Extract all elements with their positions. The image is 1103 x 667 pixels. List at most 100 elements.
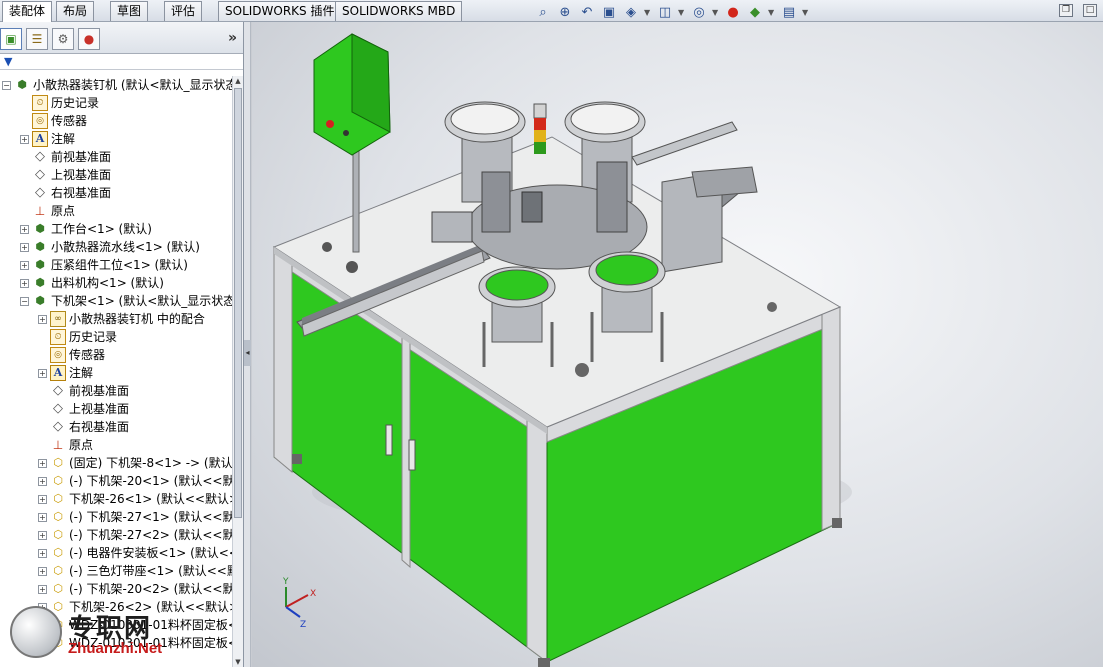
scroll-thumb[interactable] — [234, 88, 242, 518]
panel-splitter[interactable]: ◂ — [244, 22, 251, 667]
chevron-down-icon[interactable]: ▼ — [768, 8, 776, 17]
tab-assembly[interactable]: 装配体 — [2, 1, 53, 22]
tree-item[interactable]: ⏲ 历史记录 — [38, 328, 117, 346]
property-manager-icon[interactable]: ☰ — [26, 28, 48, 50]
expand-icon[interactable]: + — [20, 134, 29, 144]
appearance-icon[interactable]: ● — [724, 4, 742, 20]
chevron-down-icon[interactable]: ▼ — [802, 8, 810, 17]
tree-item[interactable]: + A 注解 — [20, 130, 75, 148]
tab-evaluate[interactable]: 评估 — [164, 1, 203, 21]
expand-icon[interactable]: + — [20, 224, 29, 234]
expand-icon[interactable]: + — [38, 458, 47, 468]
tree-item[interactable]: ◇ 前视基准面 — [20, 148, 111, 166]
assembly-model[interactable]: Y X Z — [252, 22, 1103, 667]
tree-item[interactable]: ◇ 右视基准面 — [20, 184, 111, 202]
chevron-down-icon[interactable]: ▼ — [678, 8, 686, 17]
collapse-icon[interactable]: − — [2, 80, 11, 90]
zoom-to-fit-icon[interactable]: ⌕ — [534, 4, 552, 20]
part-icon: ⬡ — [53, 492, 63, 505]
maximize-icon[interactable]: □ — [1083, 4, 1097, 17]
graphics-area[interactable]: Y X Z — [252, 22, 1103, 667]
tree-item[interactable]: + ⬡ (固定) 下机架-8<1> -> (默认<<默认 — [38, 454, 232, 472]
asm-icon: ⬢ — [35, 240, 45, 253]
display-style-icon[interactable]: ◫ — [656, 4, 674, 20]
display-manager-icon[interactable]: ● — [78, 28, 100, 50]
tab-solidworks-addins[interactable]: SOLIDWORKS 插件 — [218, 1, 342, 21]
view-orientation-icon[interactable]: ◈ — [622, 4, 640, 20]
tree-item[interactable]: ◎ 传感器 — [38, 346, 105, 364]
expand-icon[interactable]: + — [38, 512, 47, 522]
plane-icon: ◇ — [35, 167, 45, 182]
tree-item-label: (-) 下机架-20<1> (默认<<默认 — [69, 474, 232, 488]
chevron-down-icon[interactable]: ▼ — [712, 8, 720, 17]
expand-icon[interactable]: + — [38, 476, 47, 486]
asm-icon: ⬢ — [35, 276, 45, 289]
tree-item[interactable]: + ⬢ 小散热器流水线<1> (默认) — [20, 238, 200, 256]
tab-sketch[interactable]: 草图 — [110, 1, 149, 21]
watermark-logo: 专职网 Zhuanzhi.Net — [6, 600, 186, 662]
expand-icon[interactable]: + — [20, 242, 29, 252]
tree-item-label: 传感器 — [51, 114, 88, 128]
annot-icon: A — [50, 365, 66, 381]
filter-icon[interactable]: ▼ — [0, 54, 243, 70]
previous-view-icon[interactable]: ↶ — [578, 4, 596, 20]
tree-item[interactable]: − ⬢ 下机架<1> (默认<默认_显示状态-1 — [20, 292, 232, 310]
view-settings-icon[interactable]: ▤ — [780, 4, 798, 20]
chevron-down-icon[interactable]: ▼ — [644, 8, 652, 17]
tree-item[interactable]: ⊥ 原点 — [20, 202, 75, 220]
part-icon: ⬡ — [53, 474, 63, 487]
mate-icon: ∞ — [50, 311, 66, 327]
tab-layout[interactable]: 布局 — [56, 1, 95, 21]
tree-item[interactable]: + ⬢ 出料机构<1> (默认) — [20, 274, 164, 292]
tree-item[interactable]: + ⬡ 下机架-26<1> (默认<<默认>_显 — [38, 490, 232, 508]
configuration-manager-icon[interactable]: ⚙ — [52, 28, 74, 50]
tree-item-label: 注解 — [69, 366, 94, 380]
tree-item[interactable]: ⏲ 历史记录 — [20, 94, 99, 112]
tree-item[interactable]: ◇ 上视基准面 — [38, 400, 129, 418]
scroll-up-icon[interactable]: ▲ — [233, 76, 243, 86]
collapse-panel-icon[interactable]: » — [228, 30, 237, 46]
expand-icon[interactable]: + — [38, 584, 47, 594]
section-view-icon[interactable]: ▣ — [600, 4, 618, 20]
tree-item[interactable]: − ⬢ 小散热器装钉机 (默认<默认_显示状态- — [2, 76, 232, 94]
tree-item[interactable]: ◇ 右视基准面 — [38, 418, 129, 436]
tree-item[interactable]: + ⬡ (-) 下机架-20<2> (默认<<默认 — [38, 580, 232, 598]
tree-item-label: 历史记录 — [69, 330, 118, 344]
restore-icon[interactable]: ❐ — [1059, 4, 1073, 17]
tree-item[interactable]: + ⬡ (-) 下机架-20<1> (默认<<默认 — [38, 472, 232, 490]
tree-item[interactable]: + ⬡ (-) 电器件安装板<1> (默认<<默 — [38, 544, 232, 562]
expand-icon[interactable]: + — [38, 368, 47, 378]
plane-icon: ◇ — [53, 383, 63, 398]
triad-y-label: Y — [282, 577, 289, 587]
expand-icon[interactable]: + — [38, 314, 47, 324]
collapse-icon[interactable]: − — [20, 296, 29, 306]
tree-item[interactable]: + ⬡ (-) 下机架-27<2> (默认<<默认 — [38, 526, 232, 544]
hide-show-items-icon[interactable]: ◎ — [690, 4, 708, 20]
tree-item[interactable]: + A 注解 — [38, 364, 93, 382]
expand-icon[interactable]: + — [20, 260, 29, 270]
splitter-grip-icon[interactable]: ◂ — [244, 340, 251, 366]
zoom-to-area-icon[interactable]: ⊕ — [556, 4, 574, 20]
tree-item-label: 小散热器流水线<1> (默认) — [51, 240, 200, 254]
tree-item[interactable]: + ⬡ (-) 下机架-27<1> (默认<<默认 — [38, 508, 232, 526]
triad-z-label: Z — [300, 620, 306, 630]
tree-item[interactable]: ⊥ 原点 — [38, 436, 93, 454]
tree-item[interactable]: + ∞ 小散热器装钉机 中的配合 — [38, 310, 205, 328]
feature-manager-icon[interactable]: ▣ — [0, 28, 22, 50]
tree-item[interactable]: + ⬢ 压紧组件工位<1> (默认) — [20, 256, 188, 274]
expand-icon[interactable]: + — [20, 278, 29, 288]
tree-item[interactable]: + ⬢ 工作台<1> (默认) — [20, 220, 152, 238]
tree-item[interactable]: ◎ 传感器 — [20, 112, 87, 130]
expand-icon[interactable]: + — [38, 566, 47, 576]
scene-icon[interactable]: ◆ — [746, 4, 764, 20]
expand-icon[interactable]: + — [38, 494, 47, 504]
tree-item[interactable]: ◇ 上视基准面 — [20, 166, 111, 184]
tree-item[interactable]: + ⬡ (-) 三色灯带座<1> (默认<<默认 — [38, 562, 232, 580]
tab-solidworks-mbd[interactable]: SOLIDWORKS MBD — [335, 1, 463, 21]
tree-scrollbar[interactable]: ▲ ▼ — [232, 76, 243, 667]
expand-icon[interactable]: + — [38, 530, 47, 540]
expand-icon[interactable]: + — [38, 548, 47, 558]
tree-item[interactable]: ◇ 前视基准面 — [38, 382, 129, 400]
scroll-down-icon[interactable]: ▼ — [233, 657, 243, 667]
